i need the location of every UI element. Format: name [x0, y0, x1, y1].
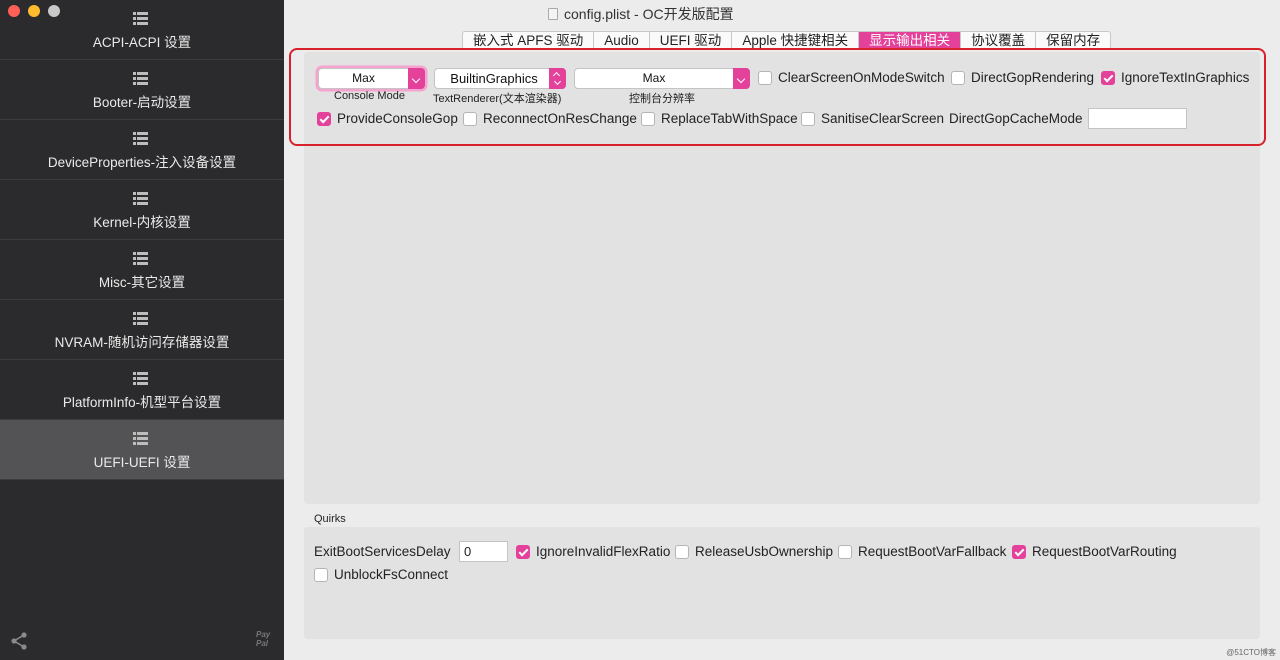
list-icon: [133, 12, 148, 26]
sidebar-item-misc[interactable]: Misc-其它设置: [0, 240, 284, 300]
sidebar-item-booter[interactable]: Booter-启动设置: [0, 60, 284, 120]
sidebar-item-label: ACPI-ACPI 设置: [92, 35, 192, 50]
paypal-logo[interactable]: Pay Pal: [256, 630, 270, 648]
exit-boot-services-delay-input[interactable]: 0: [459, 541, 508, 562]
sidebar-item-kernel[interactable]: Kernel-内核设置: [0, 180, 284, 240]
tab-uefi-drivers[interactable]: UEFI 驱动: [650, 32, 733, 49]
list-icon: [133, 72, 148, 86]
sidebar-item-uefi[interactable]: UEFI-UEFI 设置: [0, 420, 284, 480]
sidebar-item-label: Booter-启动设置: [92, 95, 192, 110]
list-icon: [133, 132, 148, 146]
minimize-button[interactable]: [28, 5, 40, 17]
checkbox-icon: [675, 544, 689, 559]
main-content: config.plist - OC开发版配置 嵌入式 APFS 驱动 Audio…: [284, 0, 1280, 660]
close-button[interactable]: [8, 5, 20, 17]
sidebar-item-nvram[interactable]: NVRAM-随机访问存储器设置: [0, 300, 284, 360]
zoom-button[interactable]: [48, 5, 60, 17]
sidebar: ACPI-ACPI 设置 Booter-启动设置 DevicePropertie…: [0, 0, 284, 660]
sidebar-item-label: PlatformInfo-机型平台设置: [62, 395, 222, 410]
list-icon: [133, 372, 148, 386]
sidebar-item-label: UEFI-UEFI 设置: [93, 455, 191, 470]
list-icon: [133, 252, 148, 266]
checkbox-icon: [838, 544, 852, 559]
highlight-box: [289, 48, 1266, 146]
window-title: config.plist - OC开发版配置: [548, 4, 734, 24]
quirks-title: Quirks: [314, 513, 346, 525]
document-icon: [548, 8, 558, 20]
unblock-fs-connect-checkbox[interactable]: UnblockFsConnect: [314, 567, 448, 582]
sidebar-item-label: NVRAM-随机访问存储器设置: [54, 335, 230, 350]
window-title-text: config.plist - OC开发版配置: [564, 6, 734, 22]
request-boot-var-fallback-checkbox[interactable]: RequestBootVarFallback: [838, 544, 1006, 559]
request-boot-var-routing-checkbox[interactable]: RequestBootVarRouting: [1012, 544, 1177, 559]
list-icon: [133, 192, 148, 206]
checkbox-icon: [314, 567, 328, 582]
checkbox-label: RequestBootVarFallback: [858, 544, 1007, 559]
release-usb-ownership-checkbox[interactable]: ReleaseUsbOwnership: [675, 544, 833, 559]
checkmark-icon: [516, 544, 530, 559]
share-icon[interactable]: [9, 631, 29, 651]
ignore-invalid-flex-ratio-checkbox[interactable]: IgnoreInvalidFlexRatio: [516, 544, 670, 559]
tab-protocol-overrides[interactable]: 协议覆盖: [961, 32, 1037, 49]
tab-audio[interactable]: Audio: [594, 32, 650, 49]
sidebar-item-label: Misc-其它设置: [98, 275, 186, 290]
tab-apfs[interactable]: 嵌入式 APFS 驱动: [463, 32, 595, 49]
list-icon: [133, 432, 148, 446]
tab-output[interactable]: 显示输出相关: [859, 32, 962, 49]
tab-apple-input[interactable]: Apple 快捷键相关: [732, 32, 860, 49]
watermark: @51CTO博客: [1226, 648, 1276, 657]
sidebar-item-label: DeviceProperties-注入设备设置: [47, 155, 237, 170]
tab-reserved-memory[interactable]: 保留内存: [1036, 32, 1110, 49]
checkbox-label: ReleaseUsbOwnership: [695, 544, 834, 559]
sidebar-item-label: Kernel-内核设置: [93, 215, 191, 230]
checkbox-label: IgnoreInvalidFlexRatio: [536, 544, 671, 559]
list-icon: [133, 312, 148, 326]
checkbox-label: RequestBootVarRouting: [1032, 544, 1177, 559]
checkbox-label: UnblockFsConnect: [334, 567, 449, 582]
checkmark-icon: [1012, 544, 1026, 559]
exit-boot-services-delay-label: ExitBootServicesDelay: [314, 544, 451, 559]
sidebar-item-deviceproperties[interactable]: DeviceProperties-注入设备设置: [0, 120, 284, 180]
window-controls: [8, 5, 60, 17]
sidebar-item-platforminfo[interactable]: PlatformInfo-机型平台设置: [0, 360, 284, 420]
